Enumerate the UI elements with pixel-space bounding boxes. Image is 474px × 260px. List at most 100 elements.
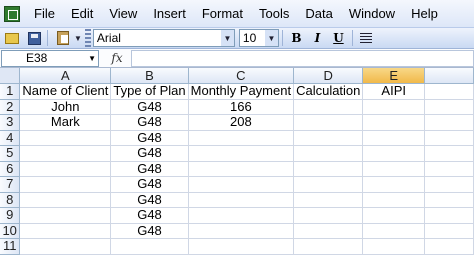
row-header[interactable]: 6 xyxy=(0,161,21,177)
cell-d7[interactable] xyxy=(293,176,364,193)
cell-b9[interactable]: G48 xyxy=(110,207,189,224)
cell-d11[interactable] xyxy=(293,238,364,255)
cell-f5[interactable] xyxy=(424,145,474,162)
align-left-button[interactable] xyxy=(356,29,377,47)
cell-b7[interactable]: G48 xyxy=(110,176,189,193)
cell-e3[interactable] xyxy=(362,114,426,131)
cell-c7[interactable] xyxy=(188,176,295,193)
cell-e7[interactable] xyxy=(362,176,426,193)
cell-a11[interactable] xyxy=(19,238,112,255)
row-header[interactable]: 2 xyxy=(0,99,21,115)
cell-d5[interactable] xyxy=(293,145,364,162)
cell-e8[interactable] xyxy=(362,192,426,208)
cell-f6[interactable] xyxy=(424,161,474,177)
cell-c4[interactable] xyxy=(188,130,295,146)
cell-a8[interactable] xyxy=(19,192,112,208)
cell-c11[interactable] xyxy=(188,238,295,255)
font-name-select[interactable]: Arial ▼ xyxy=(92,29,235,47)
row-header[interactable]: 3 xyxy=(0,114,21,131)
cell-a3[interactable]: Mark xyxy=(19,114,112,131)
column-header-a[interactable]: A xyxy=(19,68,112,84)
cell-d3[interactable] xyxy=(293,114,364,131)
cell-e11[interactable] xyxy=(362,238,426,255)
cell-f1[interactable] xyxy=(424,83,474,100)
cell-a9[interactable] xyxy=(19,207,112,224)
column-header-c[interactable]: C xyxy=(188,68,295,84)
cell-c1[interactable]: Monthly Payment xyxy=(188,83,295,100)
cell-b11[interactable] xyxy=(110,238,189,255)
formula-input[interactable] xyxy=(131,49,474,67)
cell-d4[interactable] xyxy=(293,130,364,146)
row-header[interactable]: 4 xyxy=(0,130,21,146)
paste-dropdown-icon[interactable]: ▼ xyxy=(74,34,82,43)
chevron-down-icon[interactable]: ▼ xyxy=(264,30,278,46)
menu-data[interactable]: Data xyxy=(297,0,340,27)
excel-app-icon[interactable] xyxy=(4,5,20,22)
row-header[interactable]: 7 xyxy=(0,176,21,193)
paste-button[interactable] xyxy=(53,29,73,47)
cell-b4[interactable]: G48 xyxy=(110,130,189,146)
cell-c9[interactable] xyxy=(188,207,295,224)
cell-a1[interactable]: Name of Client xyxy=(19,83,112,100)
row-header[interactable]: 9 xyxy=(0,207,21,224)
cell-a4[interactable] xyxy=(19,130,112,146)
cell-f9[interactable] xyxy=(424,207,474,224)
toolbar-grip[interactable] xyxy=(84,29,91,47)
cell-e6[interactable] xyxy=(362,161,426,177)
cell-b3[interactable]: G48 xyxy=(110,114,189,131)
menu-edit[interactable]: Edit xyxy=(63,0,101,27)
cell-e10[interactable] xyxy=(362,223,426,239)
name-box[interactable]: E38 ▼ xyxy=(1,49,99,67)
cell-d9[interactable] xyxy=(293,207,364,224)
cell-d1[interactable]: Calculation xyxy=(293,83,364,100)
save-button[interactable] xyxy=(24,29,44,47)
cell-d8[interactable] xyxy=(293,192,364,208)
cell-b6[interactable]: G48 xyxy=(110,161,189,177)
cell-f8[interactable] xyxy=(424,192,474,208)
row-header[interactable]: 1 xyxy=(0,83,21,100)
chevron-down-icon[interactable]: ▼ xyxy=(88,51,96,66)
cell-c2[interactable]: 166 xyxy=(188,99,295,115)
cell-a10[interactable] xyxy=(19,223,112,239)
menu-view[interactable]: View xyxy=(101,0,145,27)
font-size-select[interactable]: 10 ▼ xyxy=(238,29,279,47)
cell-b1[interactable]: Type of Plan xyxy=(110,83,189,100)
cell-d10[interactable] xyxy=(293,223,364,239)
menu-insert[interactable]: Insert xyxy=(145,0,194,27)
cell-a6[interactable] xyxy=(19,161,112,177)
insert-function-icon[interactable]: fx xyxy=(103,51,131,65)
cell-f7[interactable] xyxy=(424,176,474,193)
cell-b5[interactable]: G48 xyxy=(110,145,189,162)
italic-button[interactable]: I xyxy=(307,29,328,47)
row-header[interactable]: 10 xyxy=(0,223,21,239)
underline-button[interactable]: U xyxy=(328,29,349,47)
column-header-d[interactable]: D xyxy=(293,68,364,84)
menu-window[interactable]: Window xyxy=(341,0,403,27)
select-all-corner[interactable] xyxy=(0,68,21,84)
cell-f2[interactable] xyxy=(424,99,474,115)
cell-e5[interactable] xyxy=(362,145,426,162)
cell-b2[interactable]: G48 xyxy=(110,99,189,115)
menu-tools[interactable]: Tools xyxy=(251,0,297,27)
menu-help[interactable]: Help xyxy=(403,0,446,27)
cell-b10[interactable]: G48 xyxy=(110,223,189,239)
menu-file[interactable]: File xyxy=(26,0,63,27)
bold-button[interactable]: B xyxy=(286,29,307,47)
row-header[interactable]: 5 xyxy=(0,145,21,162)
cell-f4[interactable] xyxy=(424,130,474,146)
cell-e1[interactable]: AIPI xyxy=(362,83,426,100)
cell-a5[interactable] xyxy=(19,145,112,162)
cell-f10[interactable] xyxy=(424,223,474,239)
cell-c6[interactable] xyxy=(188,161,295,177)
chevron-down-icon[interactable]: ▼ xyxy=(220,30,234,46)
menu-format[interactable]: Format xyxy=(194,0,251,27)
cell-e9[interactable] xyxy=(362,207,426,224)
row-header[interactable]: 8 xyxy=(0,192,21,208)
cell-f3[interactable] xyxy=(424,114,474,131)
cell-c3[interactable]: 208 xyxy=(188,114,295,131)
column-header-e[interactable]: E xyxy=(362,68,426,84)
row-header[interactable]: 11 xyxy=(0,238,21,255)
cell-e2[interactable] xyxy=(362,99,426,115)
cell-f11[interactable] xyxy=(424,238,474,255)
cell-c10[interactable] xyxy=(188,223,295,239)
